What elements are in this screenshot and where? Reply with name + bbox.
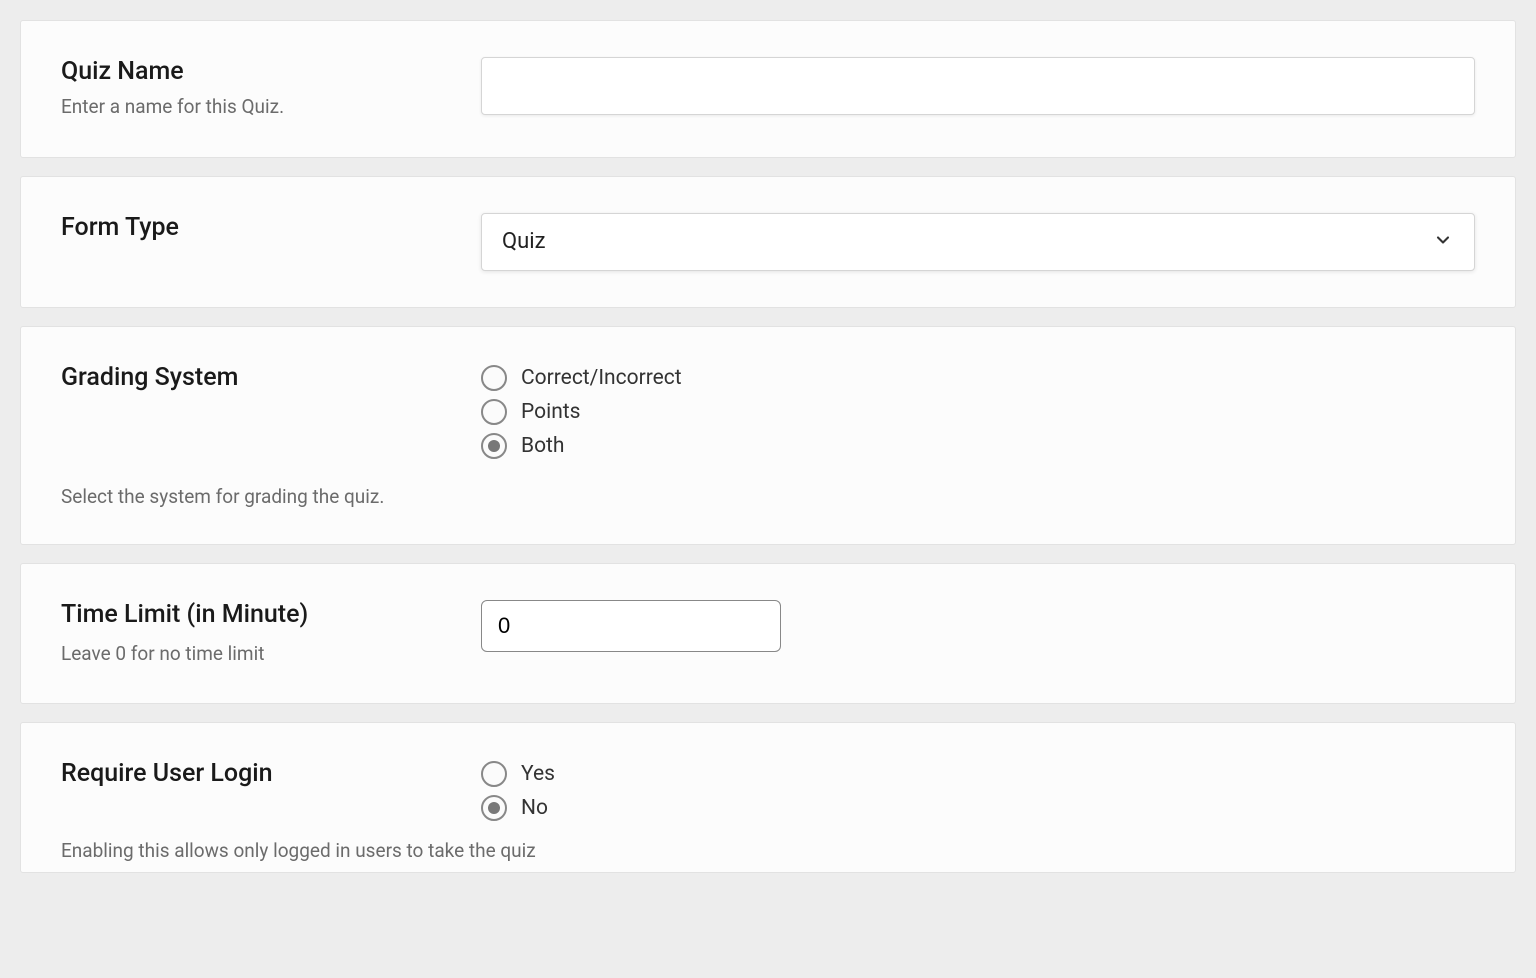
require-login-desc: Enabling this allows only logged in user…: [61, 839, 1475, 862]
time-limit-desc: Leave 0 for no time limit: [61, 641, 451, 668]
panel-quiz-name: Quiz Name Enter a name for this Quiz.: [20, 20, 1516, 158]
radio-label-points: Points: [521, 400, 581, 424]
radio-icon-selected: [481, 433, 507, 459]
quiz-name-desc: Enter a name for this Quiz.: [61, 94, 451, 121]
radio-login-no[interactable]: No: [481, 795, 1475, 821]
radio-points[interactable]: Points: [481, 399, 1475, 425]
grading-system-desc: Select the system for grading the quiz.: [61, 485, 1475, 508]
radio-label-correct: Correct/Incorrect: [521, 366, 682, 390]
panel-require-login: Require User Login Yes No Enabling this …: [20, 722, 1516, 873]
require-login-radio-group: Yes No: [481, 761, 1475, 821]
time-limit-label: Time Limit (in Minute): [61, 600, 451, 629]
radio-icon: [481, 761, 507, 787]
quiz-name-input[interactable]: [481, 57, 1475, 115]
radio-label-both: Both: [521, 434, 565, 458]
time-limit-input[interactable]: [481, 600, 781, 652]
grading-system-radio-group: Correct/Incorrect Points Both: [481, 365, 1475, 459]
grading-system-label: Grading System: [61, 363, 451, 392]
radio-icon: [481, 399, 507, 425]
panel-form-type: Form Type Quiz: [20, 176, 1516, 308]
radio-icon: [481, 365, 507, 391]
quiz-name-label: Quiz Name: [61, 57, 451, 86]
panel-grading-system: Grading System Correct/Incorrect Points …: [20, 326, 1516, 545]
require-login-label: Require User Login: [61, 759, 451, 788]
form-type-label: Form Type: [61, 213, 451, 242]
radio-correct-incorrect[interactable]: Correct/Incorrect: [481, 365, 1475, 391]
radio-label-yes: Yes: [521, 762, 555, 786]
radio-icon-selected: [481, 795, 507, 821]
form-type-selected: Quiz: [502, 229, 546, 254]
radio-login-yes[interactable]: Yes: [481, 761, 1475, 787]
form-type-select[interactable]: Quiz: [481, 213, 1475, 271]
radio-label-no: No: [521, 796, 548, 820]
panel-time-limit: Time Limit (in Minute) Leave 0 for no ti…: [20, 563, 1516, 705]
radio-both[interactable]: Both: [481, 433, 1475, 459]
